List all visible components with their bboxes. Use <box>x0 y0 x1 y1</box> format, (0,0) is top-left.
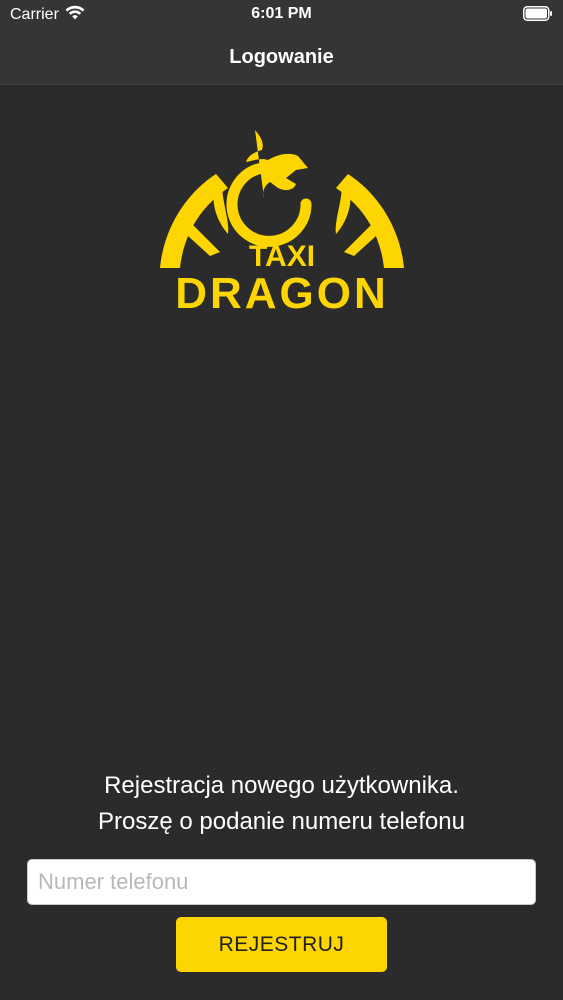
page-title: Logowanie <box>229 46 334 68</box>
registration-line-1: Rejestracja nowego użytkownika. <box>104 772 459 799</box>
registration-line-2: Proszę o podanie numeru telefonu <box>98 808 465 835</box>
navigation-bar: Logowanie <box>0 30 563 87</box>
taxi-dragon-logo: TAXI DRAGON <box>158 126 406 312</box>
battery-icon <box>523 6 553 21</box>
status-bar: Carrier 6:01 PM <box>0 0 563 30</box>
status-time: 6:01 PM <box>251 5 312 22</box>
phone-number-input[interactable] <box>27 859 536 905</box>
registration-message: Rejestracja nowego użytkownika. Proszę o… <box>0 768 563 840</box>
logo-line-dragon: DRAGON <box>175 269 389 312</box>
register-button[interactable]: REJESTRUJ <box>176 917 387 972</box>
